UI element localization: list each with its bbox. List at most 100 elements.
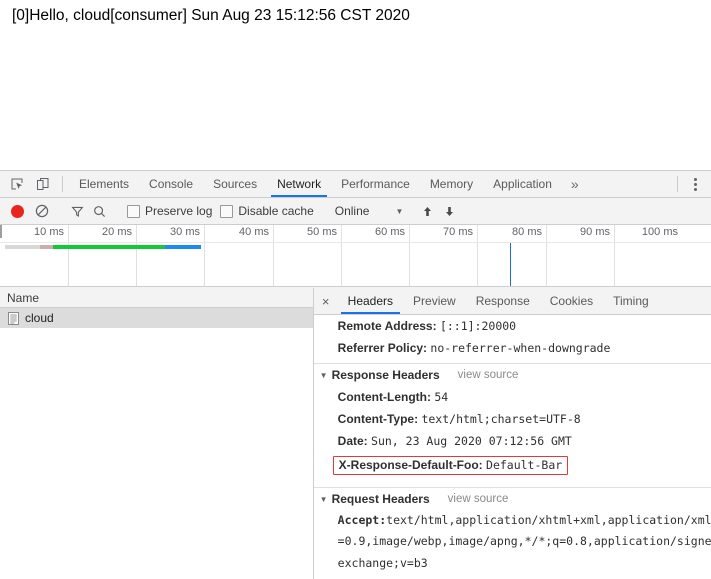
header-name: Accept:: [337, 513, 387, 527]
tab-memory-label: Memory: [429, 177, 474, 191]
filter-icon[interactable]: [66, 200, 88, 222]
request-list-pane: Name cloud: [0, 288, 314, 579]
devtools-panel: Elements Console Sources Network Perform…: [0, 170, 711, 579]
tab-preview-label: Preview: [413, 294, 456, 308]
throttling-value: Online: [334, 204, 370, 218]
tab-application-label: Application: [493, 177, 552, 191]
header-row-content-type: Content-Type: text/html;charset=UTF-8: [314, 408, 711, 430]
tab-response[interactable]: Response: [466, 288, 540, 314]
tab-memory[interactable]: Memory: [420, 171, 483, 197]
header-value-line-1: text/html,application/xhtml+xml,applicat…: [386, 513, 711, 527]
tab-network[interactable]: Network: [267, 171, 331, 197]
preserve-log-label: Preserve log: [145, 204, 213, 218]
header-name: X-Response-Default-Foo:: [338, 458, 483, 472]
devtools-tabbar: Elements Console Sources Network Perform…: [0, 171, 711, 198]
close-icon[interactable]: ×: [314, 288, 338, 314]
more-tabs-chevron-icon[interactable]: »: [562, 171, 588, 197]
header-value-line-3: exchange;v=b3: [337, 555, 428, 570]
disable-cache-label: Disable cache: [238, 204, 314, 218]
network-split-view: Name cloud × Headers Preview Response Co…: [0, 288, 711, 579]
tick-label-10ms: 10 ms: [34, 226, 64, 238]
tabbar-spacer: [588, 171, 671, 197]
upload-icon[interactable]: [416, 200, 438, 222]
toolbar-divider: [62, 176, 63, 192]
detail-tabbar: × Headers Preview Response Cookies Timin…: [313, 288, 711, 315]
tick-label-80ms: 80 ms: [512, 226, 542, 238]
download-icon[interactable]: [438, 200, 460, 222]
tab-performance-label: Performance: [341, 177, 410, 191]
disable-cache-checkbox[interactable]: Disable cache: [220, 204, 314, 218]
tick-label-40ms: 40 ms: [239, 226, 269, 238]
tab-performance[interactable]: Performance: [331, 171, 420, 197]
tick-label-60ms: 60 ms: [375, 226, 405, 238]
tab-cookies[interactable]: Cookies: [540, 288, 603, 314]
header-value: 54: [434, 390, 449, 404]
response-view-source-link[interactable]: view source: [458, 369, 519, 381]
tab-timing[interactable]: Timing: [603, 288, 659, 314]
header-row-content-length: Content-Length: 54: [314, 386, 711, 408]
header-name: Content-Type:: [337, 412, 419, 426]
page-content-text: [0]Hello, cloud[consumer] Sun Aug 23 15:…: [12, 7, 410, 24]
request-headers-title: Request Headers: [331, 492, 430, 506]
response-headers-title: Response Headers: [331, 368, 440, 382]
header-row-referrer-policy: Referrer Policy: no-referrer-when-downgr…: [314, 337, 711, 359]
preserve-log-box[interactable]: [127, 204, 140, 218]
response-headers-section-toggle[interactable]: ▼ Response Headers view source: [314, 364, 711, 386]
tab-headers[interactable]: Headers: [338, 288, 403, 314]
devtools-window: [0]Hello, cloud[consumer] Sun Aug 23 15:…: [0, 0, 711, 579]
request-view-source-link[interactable]: view source: [448, 493, 509, 505]
header-value: no-referrer-when-downgrade: [430, 341, 611, 355]
triangle-down-icon: ▼: [319, 370, 328, 380]
tick-label-100ms: 100 ms: [641, 226, 678, 238]
request-headers-section-toggle[interactable]: ▼ Request Headers view source: [314, 488, 711, 510]
request-detail-pane: × Headers Preview Response Cookies Timin…: [313, 288, 711, 579]
preserve-log-checkbox[interactable]: Preserve log: [127, 204, 212, 218]
tab-network-label: Network: [277, 177, 322, 191]
tabbar-right-divider: [677, 176, 678, 192]
document-icon: [8, 311, 19, 325]
network-overview[interactable]: 10 ms 20 ms 30 ms 40 ms 50 ms 60 ms 70 m…: [0, 225, 711, 287]
waterfall-segment-stalled: [40, 245, 53, 249]
tab-sources-label: Sources: [213, 177, 258, 191]
tab-preview[interactable]: Preview: [403, 288, 466, 314]
search-icon[interactable]: [88, 200, 110, 222]
tab-headers-label: Headers: [347, 294, 394, 308]
table-row[interactable]: cloud: [0, 308, 313, 328]
record-icon[interactable]: [11, 204, 24, 218]
header-name: Remote Address:: [337, 319, 437, 333]
header-row-x-response-default-foo: X-Response-Default-Foo: Default-Bar: [314, 452, 711, 479]
header-value: Sun, 23 Aug 2020 07:12:56 GMT: [371, 434, 572, 448]
waterfall-segment-queueing: [5, 245, 40, 249]
tick-label-20ms: 20 ms: [102, 226, 132, 238]
triangle-down-icon: ▼: [319, 494, 328, 504]
disable-cache-box[interactable]: [220, 204, 234, 218]
timeline-ruler: 10 ms 20 ms 30 ms 40 ms 50 ms 60 ms 70 m…: [0, 225, 711, 286]
header-row-date: Date: Sun, 23 Aug 2020 07:12:56 GMT: [314, 430, 711, 452]
tab-response-label: Response: [475, 294, 530, 308]
page-viewport: [0]Hello, cloud[consumer] Sun Aug 23 15:…: [0, 0, 711, 170]
domcontentloaded-marker: [510, 243, 511, 286]
chevron-down-icon: ▼: [395, 206, 404, 216]
column-header-name[interactable]: Name: [0, 288, 313, 308]
tick-label-70ms: 70 ms: [443, 226, 473, 238]
tab-sources[interactable]: Sources: [203, 171, 267, 197]
device-toolbar-icon[interactable]: [30, 171, 56, 197]
headers-content[interactable]: Remote Address: [::1]:20000 Referrer Pol…: [313, 315, 711, 579]
tab-application[interactable]: Application: [483, 171, 562, 197]
header-name: Content-Length:: [337, 390, 431, 404]
tab-cookies-label: Cookies: [549, 294, 594, 308]
request-name: cloud: [25, 311, 54, 325]
more-options-icon[interactable]: [684, 171, 706, 197]
throttling-dropdown[interactable]: Online ▼: [335, 204, 404, 218]
network-toolbar: Preserve log Disable cache Online ▼: [0, 198, 711, 225]
waterfall-segment-request-sent: [53, 245, 165, 249]
header-value-line-2: =0.9,image/webp,image/apng,*/*;q=0.8,app…: [337, 534, 711, 549]
header-value: text/html;charset=UTF-8: [421, 412, 581, 426]
clear-icon[interactable]: [31, 200, 53, 222]
tab-console[interactable]: Console: [139, 171, 203, 197]
request-list-empty-area: [0, 328, 313, 579]
tab-elements[interactable]: Elements: [69, 171, 139, 197]
header-row-accept: Accept:text/html,application/xhtml+xml,a…: [314, 510, 711, 531]
waterfall-segment-content-download: [165, 245, 201, 249]
inspect-element-icon[interactable]: [4, 171, 30, 197]
